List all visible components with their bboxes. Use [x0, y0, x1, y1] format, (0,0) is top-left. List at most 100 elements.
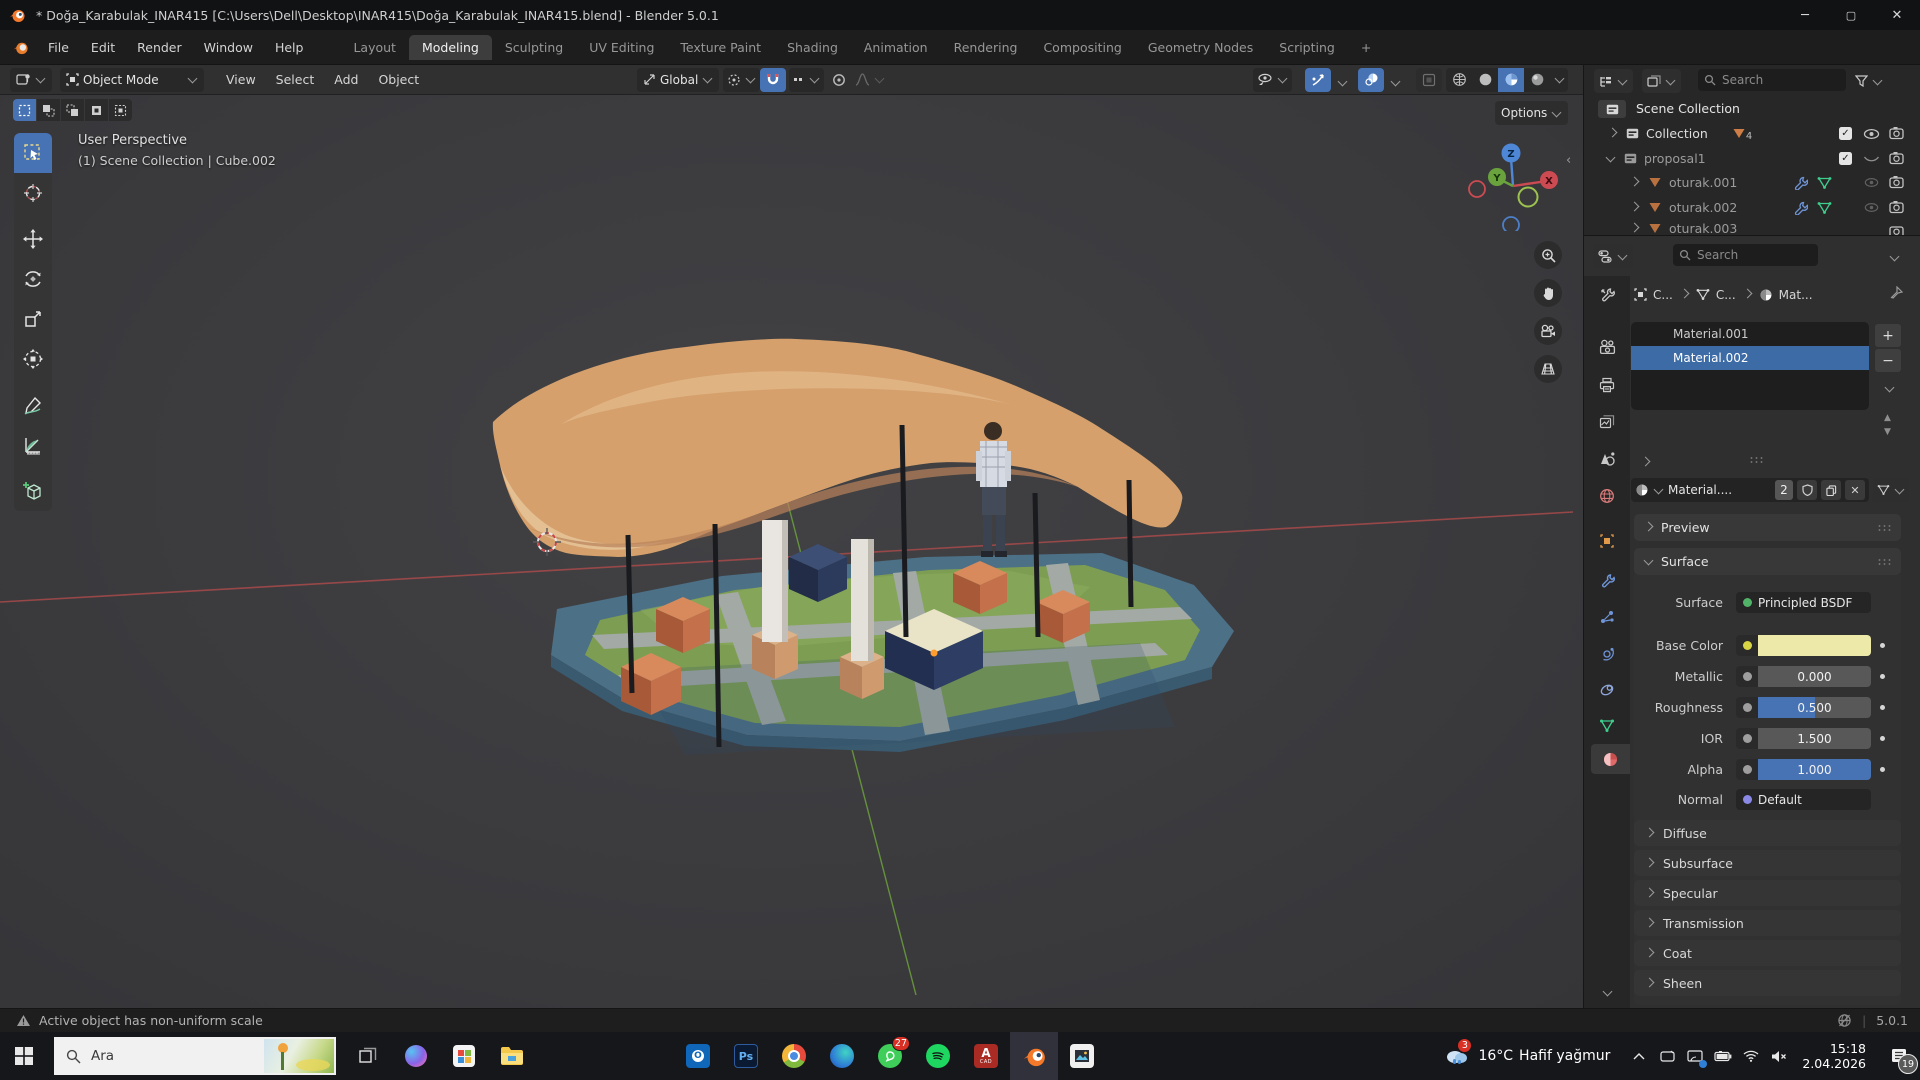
- volume-muted-icon[interactable]: [1766, 1036, 1792, 1076]
- shading-material-preview-button[interactable]: [1498, 68, 1524, 92]
- tool-scale[interactable]: [14, 299, 52, 339]
- workspace-tab-shading[interactable]: Shading: [774, 35, 851, 60]
- workspace-tab-uv-editing[interactable]: UV Editing: [576, 35, 667, 60]
- animate-dot[interactable]: [1880, 674, 1885, 679]
- workspace-tab-sculpting[interactable]: Sculpting: [492, 35, 576, 60]
- tray-cast-icon[interactable]: [1682, 1036, 1708, 1076]
- panel-coat[interactable]: Coat: [1634, 940, 1901, 966]
- edge-icon[interactable]: [818, 1032, 866, 1080]
- chrome-icon[interactable]: [770, 1032, 818, 1080]
- blender-menu-icon[interactable]: [12, 39, 29, 56]
- task-view-button[interactable]: [344, 1032, 392, 1080]
- shading-wireframe-button[interactable]: [1446, 68, 1472, 92]
- color-swatch[interactable]: [1758, 635, 1871, 656]
- animate-dot[interactable]: [1880, 705, 1885, 710]
- tab-tool[interactable]: [1591, 280, 1623, 310]
- camera-render-icon[interactable]: [1889, 126, 1904, 140]
- proportional-editing-toggle[interactable]: [826, 68, 852, 92]
- tool-transform[interactable]: [14, 339, 52, 379]
- spotify-icon[interactable]: [914, 1032, 962, 1080]
- tool-annotate[interactable]: [14, 385, 52, 425]
- workspace-tab-modeling[interactable]: Modeling: [409, 35, 492, 60]
- workspace-tab-scripting[interactable]: Scripting: [1266, 35, 1348, 60]
- outliner-filter-dropdown[interactable]: [1851, 69, 1887, 93]
- shading-rendered-button[interactable]: [1524, 68, 1550, 92]
- material-slot-1[interactable]: Material.001: [1631, 322, 1869, 346]
- tool-add-cube[interactable]: [14, 471, 52, 511]
- outlook-icon[interactable]: O: [674, 1032, 722, 1080]
- select-mode-extend[interactable]: [37, 99, 60, 121]
- roughness-slider[interactable]: 0.500: [1736, 697, 1871, 718]
- snap-toggle[interactable]: [760, 68, 786, 92]
- outliner-search-input[interactable]: [1698, 69, 1846, 91]
- eye-icon[interactable]: [1863, 128, 1880, 140]
- outliner-filter-viewlayer-dropdown[interactable]: [1642, 69, 1681, 93]
- viewport-menu-add[interactable]: Add: [324, 72, 368, 87]
- breadcrumb-data[interactable]: C...: [1716, 288, 1736, 302]
- slot-move-up-button[interactable]: ▲: [1884, 414, 1891, 423]
- file-explorer-icon[interactable]: [488, 1032, 536, 1080]
- tab-scene[interactable]: [1591, 444, 1623, 474]
- new-material-button[interactable]: [1821, 480, 1841, 500]
- close-button[interactable]: ✕: [1874, 0, 1920, 30]
- workspace-tab-geometry-nodes[interactable]: Geometry Nodes: [1135, 35, 1266, 60]
- tab-view-layer[interactable]: [1591, 407, 1623, 437]
- breadcrumb-material[interactable]: Mat...: [1779, 288, 1813, 302]
- properties-options-dropdown[interactable]: [1890, 252, 1900, 262]
- tool-cursor[interactable]: [14, 173, 52, 213]
- viewport-menu-select[interactable]: Select: [266, 72, 325, 87]
- pin-icon[interactable]: [1889, 286, 1903, 300]
- editor-type-button[interactable]: [10, 68, 52, 92]
- base-color-widget[interactable]: [1736, 635, 1871, 656]
- wifi-icon[interactable]: [1738, 1036, 1764, 1076]
- eye-icon[interactable]: [1864, 202, 1879, 213]
- photoshop-icon[interactable]: Ps: [722, 1032, 770, 1080]
- camera-view-icon[interactable]: [1534, 317, 1562, 345]
- tray-clock[interactable]: 15:18 2.04.2026: [1802, 1041, 1866, 1071]
- overlays-toggle[interactable]: [1358, 68, 1384, 92]
- tool-rotate[interactable]: [14, 259, 52, 299]
- collapse-icon[interactable]: [1606, 153, 1616, 163]
- list-expand-icon[interactable]: [1641, 457, 1651, 467]
- tool-move[interactable]: [14, 219, 52, 259]
- metallic-slider[interactable]: 0.000: [1736, 666, 1871, 687]
- panel-specular[interactable]: Specular: [1634, 880, 1901, 906]
- transform-orientation-dropdown[interactable]: Global: [637, 68, 719, 92]
- outliner-row-collection[interactable]: Collection 4 ✓: [1584, 122, 1920, 145]
- gizmos-toggle[interactable]: [1305, 68, 1331, 92]
- pan-hand-icon[interactable]: [1534, 279, 1562, 307]
- expand-icon[interactable]: [1630, 177, 1640, 187]
- expand-icon[interactable]: [1630, 202, 1640, 212]
- menu-help[interactable]: Help: [264, 40, 315, 55]
- material-icon[interactable]: [1635, 483, 1649, 497]
- zoom-icon[interactable]: [1534, 241, 1562, 269]
- socket-button[interactable]: [1736, 666, 1758, 687]
- person-model[interactable]: [976, 422, 1011, 557]
- panel-diffuse[interactable]: Diffuse: [1634, 820, 1901, 846]
- workspace-tab-texture-paint[interactable]: Texture Paint: [667, 35, 774, 60]
- menu-render[interactable]: Render: [126, 40, 193, 55]
- menu-edit[interactable]: Edit: [80, 40, 126, 55]
- list-resize-grip[interactable]: [1749, 456, 1763, 464]
- tab-render[interactable]: [1591, 332, 1623, 362]
- copilot-icon[interactable]: [392, 1032, 440, 1080]
- viewport-scene[interactable]: [0, 95, 1583, 1008]
- start-button[interactable]: [0, 1032, 48, 1080]
- tool-select-box[interactable]: [14, 133, 52, 173]
- panel-subsurface[interactable]: Subsurface: [1634, 850, 1901, 876]
- microsoft-store-icon[interactable]: [440, 1032, 488, 1080]
- minimize-button[interactable]: ─: [1782, 0, 1828, 30]
- select-mode-subtract[interactable]: [61, 99, 84, 121]
- tool-measure[interactable]: [14, 425, 52, 465]
- slot-link-dropdown[interactable]: [1873, 478, 1909, 502]
- viewport-menu-view[interactable]: View: [216, 72, 266, 87]
- surface-panel-header[interactable]: Surface: [1634, 548, 1901, 575]
- collection-checkbox[interactable]: ✓: [1839, 127, 1852, 140]
- panel-drag-grip[interactable]: [1877, 558, 1891, 566]
- tab-object[interactable]: [1591, 526, 1623, 556]
- whatsapp-icon[interactable]: 27: [866, 1032, 914, 1080]
- snap-target-dropdown[interactable]: [789, 68, 824, 92]
- overlays-dropdown-icon[interactable]: [1391, 77, 1401, 87]
- browse-material-dropdown[interactable]: [1654, 484, 1664, 494]
- weather-icon[interactable]: 3: [1442, 1036, 1472, 1076]
